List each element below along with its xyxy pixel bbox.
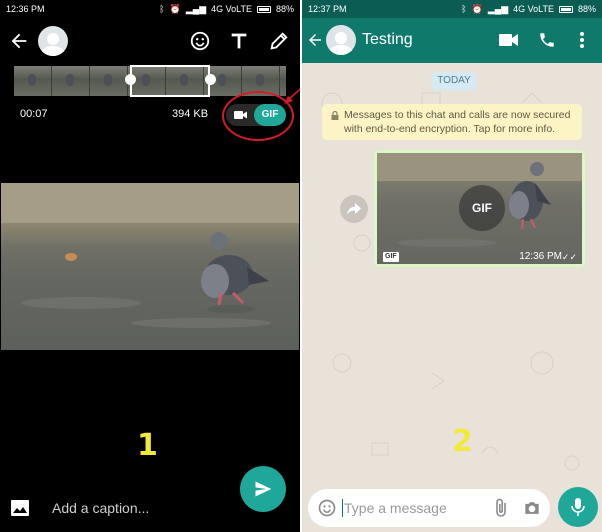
encryption-text-line2: with end-to-end encryption. Tap for more…	[344, 123, 556, 135]
alarm-icon: ⏰	[471, 3, 483, 14]
gif-play-button[interactable]: GIF	[459, 185, 505, 231]
battery-icon	[256, 5, 271, 13]
smiley-icon[interactable]	[317, 498, 337, 518]
back-arrow-icon[interactable]	[8, 30, 30, 52]
encryption-text-line1: Messages to this chat and calls are now …	[344, 109, 571, 121]
chat-appbar: Testing	[302, 18, 602, 63]
chat-title[interactable]: Testing	[362, 31, 413, 49]
back-arrow-icon[interactable]	[306, 31, 324, 49]
step-number: 1	[137, 428, 158, 463]
contact-avatar[interactable]	[326, 25, 356, 55]
gif-editor-panel: 12:36 PM ᛒ ⏰ ▂▄▆ 4G VoLTE 88% 00:07 394 …	[0, 0, 300, 532]
caption-input[interactable]: Add a caption...	[52, 500, 149, 516]
more-vert-icon[interactable]	[578, 31, 586, 49]
trim-handle-start[interactable]	[125, 74, 136, 85]
video-preview	[1, 183, 299, 350]
editor-toolbar	[0, 24, 300, 60]
highlight-arrow	[284, 88, 300, 104]
trim-selection[interactable]	[130, 65, 210, 97]
gif-message-bubble[interactable]: GIF GIF 12:36 PM ✓✓	[374, 150, 585, 267]
gallery-icon[interactable]	[10, 499, 30, 517]
signal-icon: ▂▄▆	[185, 3, 207, 14]
text-icon[interactable]	[228, 30, 250, 52]
status-icons: ᛒ ⏰ ▂▄▆ 4G VoLTE 88%	[159, 4, 294, 15]
gif-badge: GIF	[383, 252, 399, 262]
status-time: 12:37 PM	[308, 4, 347, 14]
message-input-bar[interactable]: Type a message	[308, 489, 550, 527]
status-bar: 12:36 PM ᛒ ⏰ ▂▄▆ 4G VoLTE 88%	[0, 0, 300, 18]
status-icons: ᛒ ⏰ ▂▄▆ 4G VoLTE 88%	[461, 4, 596, 15]
read-receipt-icon: ✓✓	[561, 252, 577, 262]
text-cursor	[342, 499, 343, 517]
send-button[interactable]	[240, 466, 286, 512]
status-bar: 12:37 PM ᛒ ⏰ ▂▄▆ 4G VoLTE 88%	[302, 0, 602, 18]
chat-panel: 12:37 PM ᛒ ⏰ ▂▄▆ 4G VoLTE 88% Testing TO…	[302, 0, 602, 532]
gif-thumbnail[interactable]: GIF GIF 12:36 PM ✓✓	[377, 153, 582, 264]
attach-icon[interactable]	[492, 498, 510, 518]
pencil-icon[interactable]	[268, 30, 290, 52]
battery-icon	[558, 5, 573, 13]
phone-icon[interactable]	[538, 31, 556, 49]
mic-button[interactable]	[558, 487, 598, 527]
video-call-icon[interactable]	[498, 31, 520, 49]
send-icon	[255, 481, 272, 497]
bluetooth-icon: ᛒ	[461, 4, 467, 14]
encryption-notice[interactable]: Messages to this chat and calls are now …	[322, 104, 582, 140]
date-chip: TODAY	[432, 72, 476, 90]
network-label: 4G VoLTE	[513, 4, 554, 14]
mic-icon	[571, 498, 585, 516]
lock-icon	[331, 111, 339, 120]
message-time: 12:36 PM	[519, 251, 562, 262]
battery-level: 88%	[275, 4, 294, 14]
message-input[interactable]: Type a message	[344, 500, 447, 516]
bluetooth-icon: ᛒ	[159, 4, 165, 14]
alarm-icon: ⏰	[169, 3, 181, 14]
battery-level: 88%	[577, 4, 596, 14]
camera-icon[interactable]	[522, 498, 542, 518]
forward-button[interactable]	[340, 195, 368, 223]
network-label: 4G VoLTE	[211, 4, 252, 14]
signal-icon: ▂▄▆	[487, 3, 509, 14]
file-size: 394 KB	[172, 108, 209, 120]
emoji-icon[interactable]	[189, 30, 211, 52]
step-number: 2	[452, 424, 473, 459]
pigeon-image	[1, 183, 299, 328]
video-duration: 00:07	[20, 108, 48, 120]
avatar[interactable]	[38, 26, 68, 56]
status-time: 12:36 PM	[6, 4, 45, 14]
forward-icon	[347, 203, 361, 215]
trim-handle-end[interactable]	[205, 74, 216, 85]
